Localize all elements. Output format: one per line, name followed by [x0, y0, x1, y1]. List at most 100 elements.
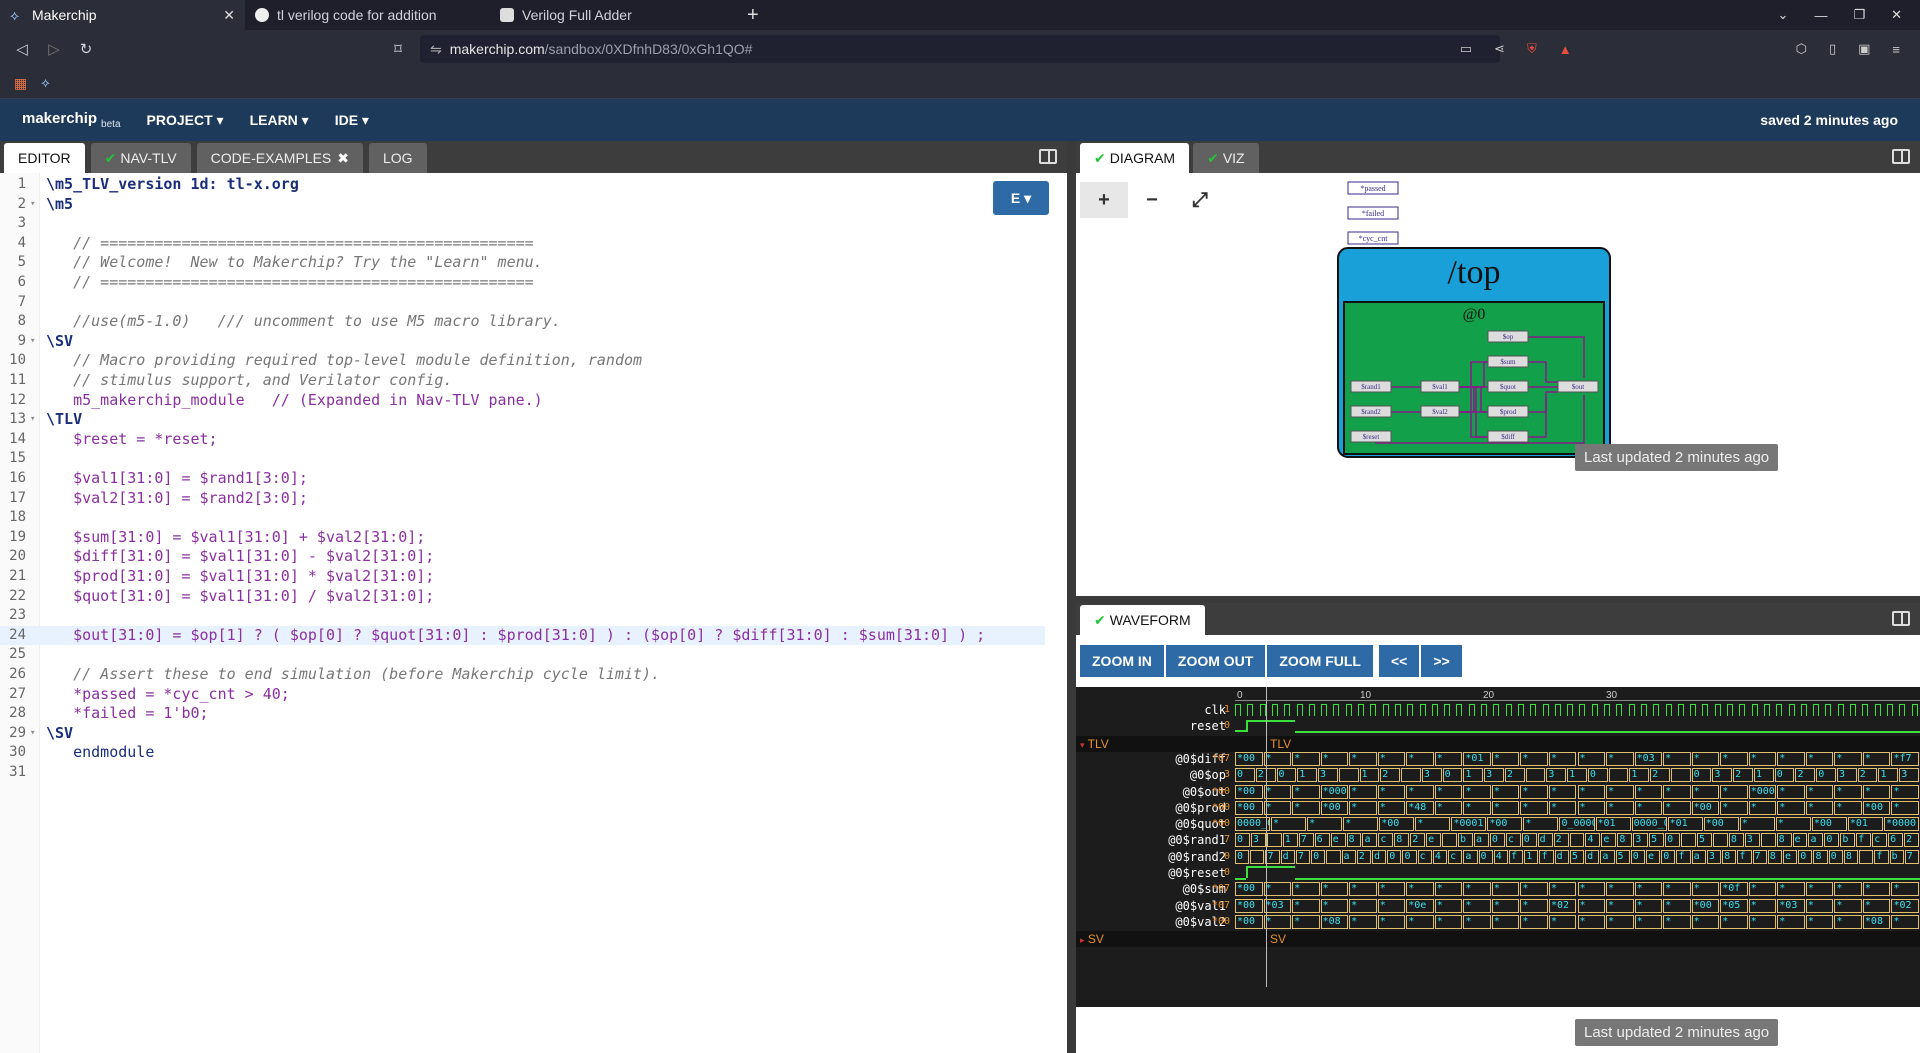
menu-project[interactable]: PROJECT ▾	[147, 112, 224, 129]
code-line[interactable]: 16 $val1[31:0] = $rand1[3:0];	[0, 469, 1045, 488]
code-line[interactable]: 14 $reset = *reset;	[0, 430, 1045, 449]
editor-mode-button[interactable]: E ▾	[993, 181, 1049, 215]
code-line[interactable]: 17 $val2[31:0] = $rand2[3:0];	[0, 489, 1045, 508]
reload-icon[interactable]: ↻	[70, 40, 102, 58]
code-line[interactable]: 30 endmodule	[0, 743, 1045, 762]
sv-section-header[interactable]: ▸ SV SV	[1076, 931, 1920, 948]
browser-tab-strip: ⟡ Makerchip ✕ tl verilog code for additi…	[0, 0, 1920, 30]
code-line[interactable]: 29 ▾ \SV	[0, 724, 1045, 743]
split-pane-icon[interactable]	[1892, 149, 1910, 164]
code-line[interactable]: 18	[0, 508, 1045, 527]
expand-icon[interactable]: ▸	[1080, 935, 1085, 945]
tab-log[interactable]: LOG	[368, 143, 427, 173]
makerchip-logo[interactable]: makerchip beta	[22, 110, 121, 130]
left-tab-bar: EDITOR ✔ NAV-TLV CODE-EXAMPLES ✖ LOG	[0, 141, 1067, 173]
close-tab-icon[interactable]: ✕	[223, 7, 235, 24]
code-line[interactable]: 28 *failed = 1'b0;	[0, 704, 1045, 723]
code-line[interactable]: 12 m5_makerchip_module // (Expanded in N…	[0, 391, 1045, 410]
browser-tab-full-adder[interactable]: Verilog Full Adder	[490, 0, 735, 30]
site-info-icon[interactable]: ⇋	[430, 41, 442, 58]
browser-tab-google[interactable]: tl verilog code for addition - G	[245, 0, 490, 30]
tab-list-chevron-icon[interactable]: ⌄	[1778, 7, 1789, 23]
signal-value-cell: 0	[1311, 849, 1326, 864]
code-line[interactable]: 19 $sum[31:0] = $val1[31:0] + $val2[31:0…	[0, 528, 1045, 547]
code-line[interactable]: 8 //use(m5-1.0) /// uncomment to use M5 …	[0, 312, 1045, 331]
logo-beta: beta	[101, 119, 121, 130]
code-line[interactable]: 7	[0, 293, 1045, 312]
code-line[interactable]: 23	[0, 606, 1045, 625]
code-line[interactable]: 26 // Assert these to end simulation (be…	[0, 665, 1045, 684]
clk-trace	[1235, 704, 1920, 718]
signal-value-cell: *00	[1691, 800, 1720, 815]
wallet-icon[interactable]: ▣	[1858, 41, 1870, 57]
fold-toggle-icon[interactable]: ▾	[30, 332, 35, 351]
waveform-viewer[interactable]: 0 10 20 30 clk 1 reset 0 ▾ TLV TLV @0$diff *07 *…	[1076, 687, 1920, 1007]
cast-icon[interactable]: ▭	[1460, 41, 1472, 57]
rewards-icon[interactable]: ▲	[1559, 42, 1572, 57]
tab-code-examples[interactable]: CODE-EXAMPLES ✖	[196, 143, 363, 173]
menu-icon[interactable]: ≡	[1892, 42, 1900, 57]
fold-toggle-icon[interactable]: ▾	[30, 724, 35, 743]
code-line[interactable]: 11 // stimulus support, and Verilator co…	[0, 371, 1045, 390]
split-pane-icon[interactable]	[1892, 611, 1910, 626]
horizontal-splitter[interactable]	[1076, 596, 1920, 603]
share-icon[interactable]: ⋖	[1494, 41, 1505, 57]
bookmark-calendar-icon[interactable]: ▦	[14, 75, 27, 92]
minimize-icon[interactable]: —	[1814, 8, 1827, 23]
zoom-in-button[interactable]: ZOOM IN	[1080, 645, 1164, 677]
menu-ide[interactable]: IDE ▾	[335, 112, 369, 129]
vertical-splitter[interactable]	[1067, 141, 1076, 1053]
restore-icon[interactable]: ❐	[1853, 7, 1865, 23]
close-window-icon[interactable]: ✕	[1891, 7, 1902, 23]
close-tab-icon[interactable]: ✖	[337, 150, 349, 167]
zoom-full-button[interactable]: ZOOM FULL	[1267, 645, 1373, 677]
collapse-icon[interactable]: ▾	[1080, 740, 1085, 750]
code-line[interactable]: 25	[0, 645, 1045, 664]
code-line[interactable]: 27 *passed = *cyc_cnt > 40;	[0, 685, 1045, 704]
code-line[interactable]: 10 // Macro providing required top-level…	[0, 351, 1045, 370]
code-line[interactable]: 4 // ===================================…	[0, 234, 1045, 253]
scroll-right-button[interactable]: >>	[1421, 645, 1462, 677]
tab-viz[interactable]: ✔ VIZ	[1193, 143, 1259, 173]
new-tab-button[interactable]: +	[735, 0, 771, 30]
code-line[interactable]: 3	[0, 214, 1045, 233]
menu-learn[interactable]: LEARN ▾	[250, 112, 309, 129]
code-line[interactable]: 21 $prod[31:0] = $val1[31:0] * $val2[31:…	[0, 567, 1045, 586]
zoom-out-button[interactable]: ZOOM OUT	[1165, 645, 1266, 677]
line-number: 25	[9, 646, 26, 663]
fold-toggle-icon[interactable]: ▾	[30, 410, 35, 429]
tab-nav-tlv[interactable]: ✔ NAV-TLV	[90, 143, 191, 173]
tab-waveform[interactable]: ✔ WAVEFORM	[1080, 605, 1205, 635]
scroll-left-button[interactable]: <<	[1378, 645, 1420, 677]
code-editor[interactable]: 1 \m5_TLV_version 1d: tl-x.org 2 ▾ \m5 3 4 // …	[0, 173, 1067, 1053]
code-line[interactable]: 31	[0, 763, 1045, 782]
browser-tab-makerchip[interactable]: ⟡ Makerchip ✕	[0, 0, 245, 30]
sidebar-icon[interactable]: ▯	[1829, 41, 1836, 57]
signal-value-cell: *	[1548, 914, 1577, 929]
code-line[interactable]: 9 ▾ \SV	[0, 332, 1045, 351]
code-line[interactable]: 15	[0, 449, 1045, 468]
back-icon[interactable]: ◁	[6, 40, 38, 58]
code-line[interactable]: 2 ▾ \m5	[0, 195, 1045, 214]
code-line[interactable]: 6 // ===================================…	[0, 273, 1045, 292]
code-line[interactable]: 1 \m5_TLV_version 1d: tl-x.org	[0, 175, 1045, 194]
tab-editor[interactable]: EDITOR	[4, 143, 85, 173]
extensions-icon[interactable]: ⬡	[1796, 41, 1807, 57]
code-line[interactable]: 5 // Welcome! New to Makerchip? Try the …	[0, 253, 1045, 272]
code-line[interactable]: 22 $quot[31:0] = $val1[31:0] / $val2[31:…	[0, 587, 1045, 606]
code-line[interactable]: 20 $diff[31:0] = $val1[31:0] - $val2[31:…	[0, 547, 1045, 566]
signal-value-cell: *0000	[1883, 817, 1919, 832]
tab-diagram[interactable]: ✔ DIAGRAM	[1080, 143, 1190, 173]
bookmark-makerchip-icon[interactable]: ⟡	[41, 75, 50, 91]
fold-toggle-icon[interactable]: ▾	[30, 195, 35, 214]
diagram-canvas[interactable]: *passed *failed *cyc_cnt /top @0 $op $su…	[1076, 173, 1920, 596]
code-line[interactable]: 13 ▾ \TLV	[0, 410, 1045, 429]
tlv-section-header[interactable]: ▾ TLV TLV	[1076, 735, 1920, 752]
bookmark-icon[interactable]: ⌑	[382, 40, 414, 58]
signal-value-cell: *00	[1235, 914, 1263, 929]
url-field[interactable]: ⇋ makerchip.com/sandbox/0XDfnhD83/0xGh1Q…	[420, 35, 1500, 63]
brave-shield-icon[interactable]: ⛨	[1527, 41, 1537, 57]
forward-icon[interactable]: ▷	[38, 40, 70, 58]
split-pane-icon[interactable]	[1039, 149, 1057, 164]
code-line[interactable]: 24 $out[31:0] = $op[1] ? ( $op[0] ? $quo…	[0, 625, 1045, 645]
